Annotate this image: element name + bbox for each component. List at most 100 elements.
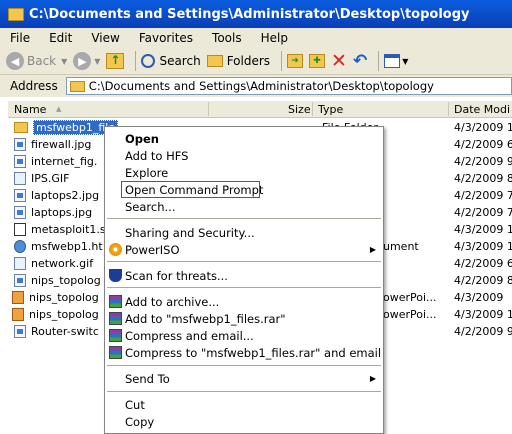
folder-icon bbox=[14, 121, 28, 133]
file-date: 4/2/2009 8 bbox=[454, 274, 512, 287]
ctx-add-to-archive[interactable]: Add to archive... bbox=[105, 293, 383, 310]
file-date: 4/2/2009 9 bbox=[454, 155, 512, 168]
file-name: Router-switc bbox=[31, 324, 99, 338]
menu-separator bbox=[107, 365, 381, 366]
image-file-icon bbox=[14, 188, 26, 202]
chevron-down-icon: ▼ bbox=[61, 56, 68, 66]
file-date: 4/3/2009 1 bbox=[454, 240, 512, 253]
ctx-open[interactable]: Open bbox=[105, 130, 383, 147]
column-header-size[interactable]: Size bbox=[288, 103, 311, 116]
file-name: metasploit1.s bbox=[31, 222, 106, 236]
ctx-copy[interactable]: Copy bbox=[105, 413, 383, 430]
winrar-icon bbox=[109, 312, 122, 325]
file-date: 4/2/2009 7 bbox=[454, 206, 512, 219]
ctx-add-to-rar[interactable]: Add to "msfwebp1_files.rar" bbox=[105, 310, 383, 327]
list-item[interactable]: IPS.GIF bbox=[14, 170, 69, 186]
file-date: 4/3/2009 1 bbox=[454, 121, 512, 134]
column-divider[interactable] bbox=[208, 102, 209, 116]
image-file-icon bbox=[14, 137, 26, 151]
exe-file-icon bbox=[14, 222, 26, 236]
forward-button[interactable]: ▶ ▼ bbox=[73, 52, 100, 70]
toolbar: ◀ Back ▼ ▶ ▼ ↑ Search Folders ➜ ✚ ✕ ↶ ▼ bbox=[0, 48, 512, 75]
move-to-button[interactable]: ➜ bbox=[287, 54, 304, 68]
menu-separator bbox=[107, 218, 381, 219]
column-header-date[interactable]: Date Modi bbox=[454, 103, 510, 116]
list-item[interactable]: nips_topolog bbox=[12, 289, 99, 305]
menu-file[interactable]: File bbox=[10, 31, 30, 45]
up-folder-icon: ↑ bbox=[106, 53, 125, 69]
image-file-icon bbox=[14, 154, 26, 168]
list-item[interactable]: firewall.jpg bbox=[14, 136, 91, 152]
ctx-compress-email[interactable]: Compress and email... bbox=[105, 327, 383, 344]
delete-button[interactable]: ✕ bbox=[331, 52, 347, 71]
chevron-down-icon: ▼ bbox=[94, 56, 101, 66]
views-button[interactable]: ▼ bbox=[384, 54, 408, 68]
window-title: C:\Documents and Settings\Administrator\… bbox=[29, 6, 470, 22]
address-input[interactable]: C:\Documents and Settings\Administrator\… bbox=[65, 77, 512, 95]
back-button[interactable]: ◀ Back ▼ bbox=[6, 52, 67, 70]
image-file-icon bbox=[14, 273, 26, 287]
list-item[interactable]: internet_fig. bbox=[14, 153, 97, 169]
file-name: network.gif bbox=[31, 256, 94, 270]
undo-icon: ↶ bbox=[352, 51, 368, 71]
column-divider[interactable] bbox=[448, 102, 449, 116]
menu-view[interactable]: View bbox=[91, 31, 119, 45]
menu-help[interactable]: Help bbox=[261, 31, 288, 45]
list-item[interactable]: network.gif bbox=[14, 255, 93, 271]
title-bar: C:\Documents and Settings\Administrator\… bbox=[0, 0, 512, 28]
back-arrow-icon: ◀ bbox=[6, 52, 24, 70]
up-folder-button[interactable]: ↑ bbox=[106, 53, 125, 69]
ctx-scan-threats[interactable]: Scan for threats... bbox=[105, 267, 383, 284]
winrar-icon bbox=[109, 295, 122, 308]
ctx-add-to-hfs[interactable]: Add to HFS bbox=[105, 147, 383, 164]
list-item[interactable]: laptops.jpg bbox=[14, 204, 92, 220]
menu-favorites[interactable]: Favorites bbox=[139, 31, 193, 45]
column-header-name[interactable]: Name bbox=[14, 103, 46, 116]
folders-button[interactable]: Folders bbox=[206, 54, 270, 68]
ctx-compress-rar-email[interactable]: Compress to "msfwebp1_files.rar" and ema… bbox=[105, 344, 383, 361]
highlight-box bbox=[121, 181, 260, 198]
folder-icon bbox=[69, 80, 85, 92]
file-date: 4/3/2009 1 bbox=[454, 223, 512, 236]
column-header-type[interactable]: Type bbox=[318, 103, 343, 116]
file-name: internet_fig. bbox=[31, 154, 98, 168]
list-item[interactable]: metasploit1.s bbox=[14, 221, 106, 237]
file-name: laptops2.jpg bbox=[31, 188, 100, 202]
toolbar-separator bbox=[378, 51, 380, 71]
address-bar: Address C:\Documents and Settings\Admini… bbox=[0, 75, 512, 97]
menu-tools[interactable]: Tools bbox=[212, 31, 242, 45]
ctx-cut[interactable]: Cut bbox=[105, 396, 383, 413]
toolbar-separator bbox=[281, 51, 283, 71]
html-file-icon bbox=[14, 239, 26, 253]
ctx-search[interactable]: Search... bbox=[105, 198, 383, 215]
ctx-poweriso[interactable]: PowerISO ▶ bbox=[105, 241, 383, 258]
move-to-icon: ➜ bbox=[287, 54, 304, 68]
list-item[interactable]: msfwebp1_file bbox=[14, 119, 119, 135]
poweriso-icon bbox=[109, 243, 122, 256]
menu-bar: File Edit View Favorites Tools Help bbox=[0, 28, 512, 48]
list-item[interactable]: nips_topolog bbox=[14, 272, 101, 288]
list-item[interactable]: nips_topolog bbox=[12, 306, 99, 322]
list-item[interactable]: Router-switc bbox=[14, 323, 99, 339]
file-name: msfwebp1.ht bbox=[31, 239, 103, 253]
menu-edit[interactable]: Edit bbox=[49, 31, 72, 45]
file-name: firewall.jpg bbox=[31, 137, 92, 151]
list-item[interactable]: msfwebp1.ht bbox=[14, 238, 103, 254]
search-button[interactable]: Search bbox=[141, 54, 201, 68]
copy-to-button[interactable]: ✚ bbox=[309, 54, 326, 68]
list-item[interactable]: laptops2.jpg bbox=[14, 187, 99, 203]
undo-button[interactable]: ↶ bbox=[352, 51, 368, 71]
ctx-explore[interactable]: Explore bbox=[105, 164, 383, 181]
column-divider[interactable] bbox=[312, 102, 313, 116]
address-label: Address bbox=[10, 79, 58, 93]
file-name: nips_topolog bbox=[29, 290, 99, 304]
file-type: owerPoi... bbox=[383, 308, 437, 321]
file-name: nips_topolog bbox=[31, 273, 101, 287]
ctx-send-to[interactable]: Send To ▶ bbox=[105, 370, 383, 387]
sort-arrow-icon: ▲ bbox=[56, 105, 62, 113]
list-header: Name ▲ Size Type Date Modi bbox=[8, 101, 512, 118]
toolbar-separator bbox=[135, 51, 137, 71]
ctx-sharing-security[interactable]: Sharing and Security... bbox=[105, 224, 383, 241]
file-type: owerPoi... bbox=[383, 291, 437, 304]
forward-arrow-icon: ▶ bbox=[73, 52, 92, 70]
